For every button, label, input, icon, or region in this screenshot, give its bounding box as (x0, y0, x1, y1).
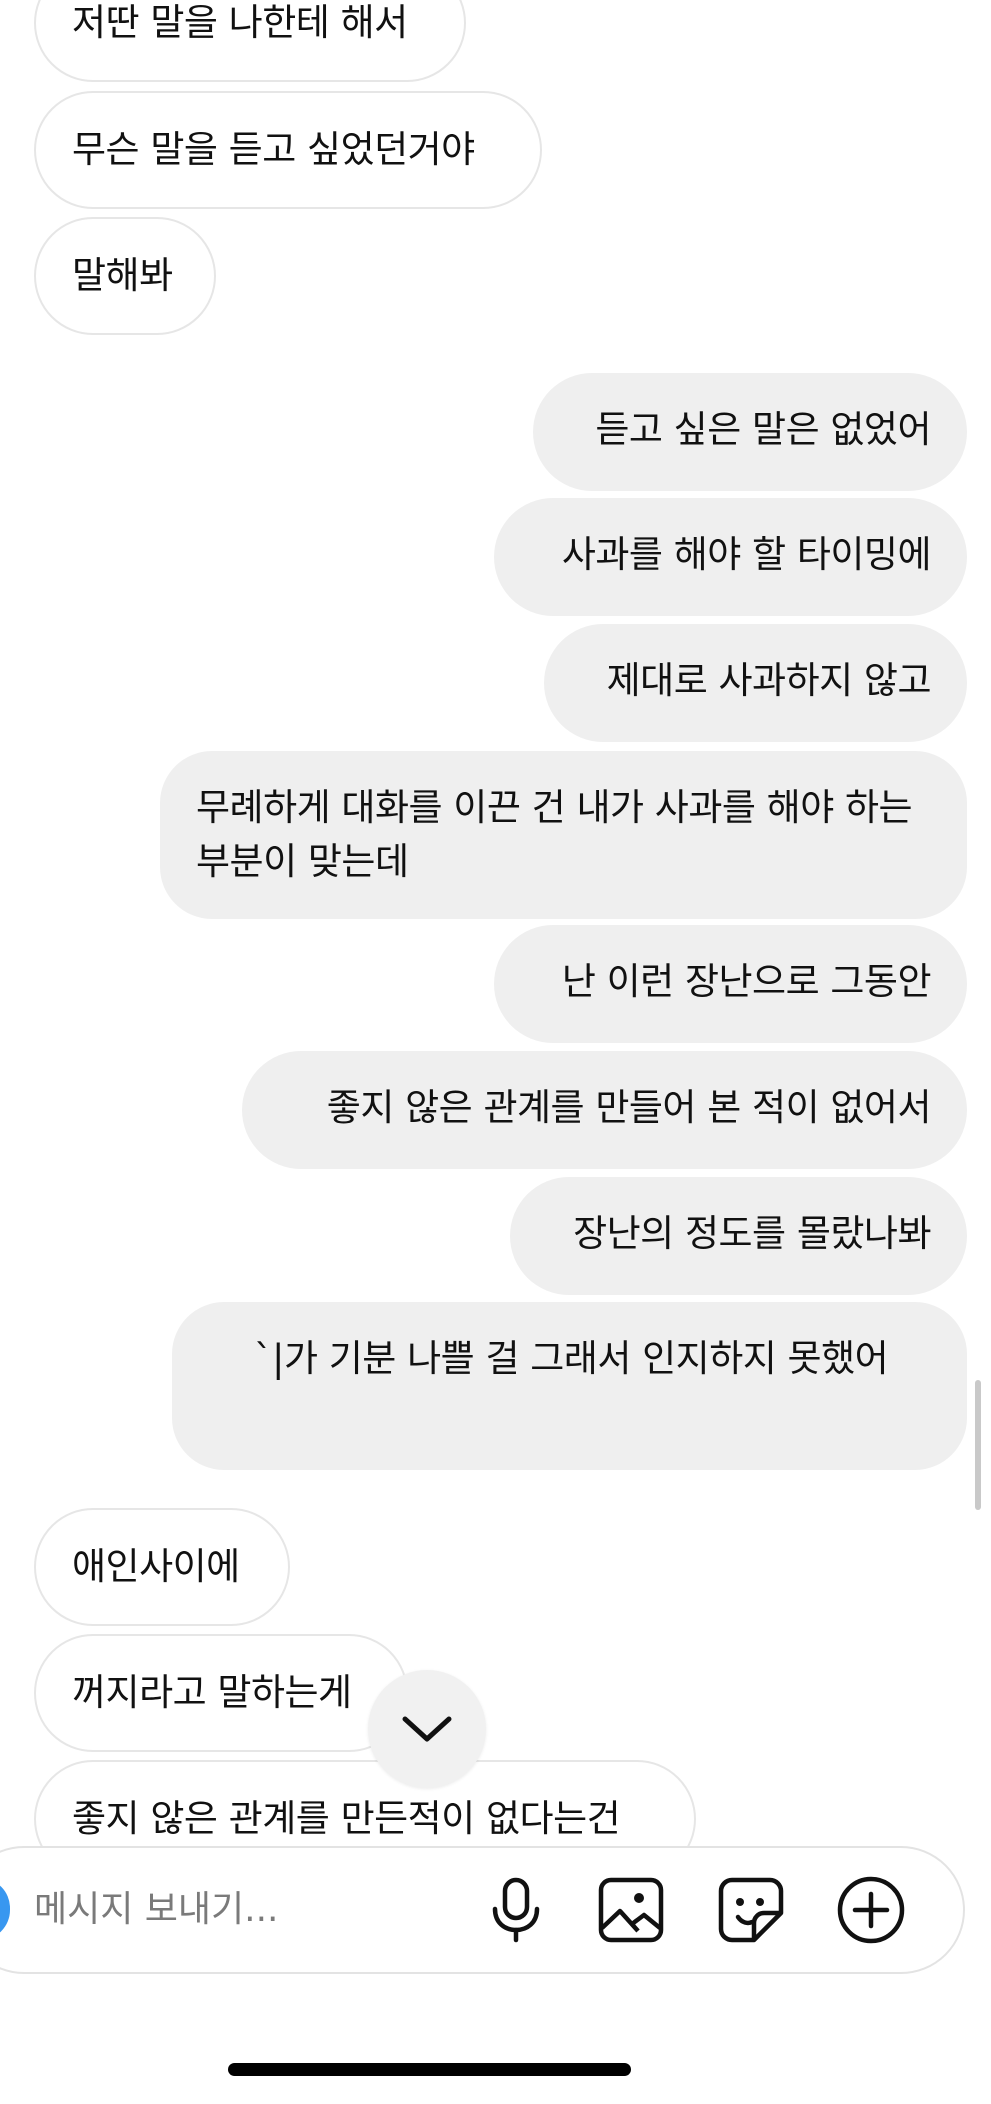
message-text: 좋지 않은 관계를 만들어 본 적이 없어서 (326, 1086, 932, 1129)
message-text: 꺼지라고 말하는게 (72, 1671, 352, 1714)
incoming-message-bubble[interactable]: 무슨 말을 듣고 싶었던거야 (34, 91, 542, 209)
message-text: 장난의 정도를 몰랐나봐 (573, 1212, 931, 1255)
outgoing-message-bubble[interactable]: `|가 기분 나쁠 걸 그래서 인지하지 못했어 (172, 1302, 967, 1470)
message-text: 무슨 말을 듣고 싶었던거야 (72, 128, 475, 171)
gallery-icon (598, 1877, 664, 1943)
message-text: 난 이런 장난으로 그동안 (561, 960, 932, 1003)
scrollbar[interactable] (975, 1380, 981, 1510)
message-text: 좋지 않은 관계를 만든적이 없다는건 (72, 1797, 621, 1840)
message-text: 무례하게 대화를 이끈 건 내가 사과를 해야 하는 부분이 맞는데 (196, 786, 913, 883)
message-input[interactable] (34, 1880, 454, 1938)
message-text: 제대로 사과하지 않고 (606, 659, 932, 702)
outgoing-message-bubble[interactable]: 장난의 정도를 몰랐나봐 (510, 1177, 967, 1295)
outgoing-message-bubble[interactable]: 제대로 사과하지 않고 (544, 624, 967, 742)
more-options-button[interactable] (833, 1872, 909, 1948)
message-text: 사과를 해야 할 타이밍에 (561, 533, 932, 576)
outgoing-message-bubble[interactable]: 난 이런 장난으로 그동안 (494, 925, 967, 1043)
message-text: 듣고 싶은 말은 없었어 (595, 408, 931, 451)
plus-circle-icon (837, 1876, 905, 1944)
sticker-button[interactable] (713, 1872, 789, 1948)
outgoing-message-bubble[interactable]: 사과를 해야 할 타이밍에 (494, 498, 967, 616)
home-indicator[interactable] (228, 2063, 631, 2076)
scroll-to-bottom-button[interactable] (368, 1670, 486, 1788)
gallery-button[interactable] (593, 1872, 669, 1948)
incoming-message-bubble[interactable]: 말해봐 (34, 217, 216, 335)
message-text: `|가 기분 나쁠 걸 그래서 인지하지 못했어 (254, 1337, 889, 1380)
message-text: 애인사이에 (72, 1545, 240, 1588)
incoming-message-bubble[interactable]: 애인사이에 (34, 1508, 290, 1626)
sticker-icon (718, 1877, 784, 1943)
mic-button[interactable] (478, 1872, 554, 1948)
chevron-down-icon (402, 1716, 452, 1742)
outgoing-message-bubble[interactable]: 좋지 않은 관계를 만들어 본 적이 없어서 (242, 1051, 967, 1169)
message-text: 말해봐 (72, 254, 173, 297)
outgoing-message-bubble[interactable]: 무례하게 대화를 이끈 건 내가 사과를 해야 하는 부분이 맞는데 (160, 751, 967, 919)
incoming-message-bubble[interactable]: 꺼지라고 말하는게 (34, 1634, 408, 1752)
incoming-message-bubble[interactable]: 저딴 말을 나한테 해서 (34, 0, 466, 82)
mic-icon (492, 1877, 540, 1943)
outgoing-message-bubble[interactable]: 듣고 싶은 말은 없었어 (533, 373, 967, 491)
message-text: 저딴 말을 나한테 해서 (72, 1, 408, 44)
